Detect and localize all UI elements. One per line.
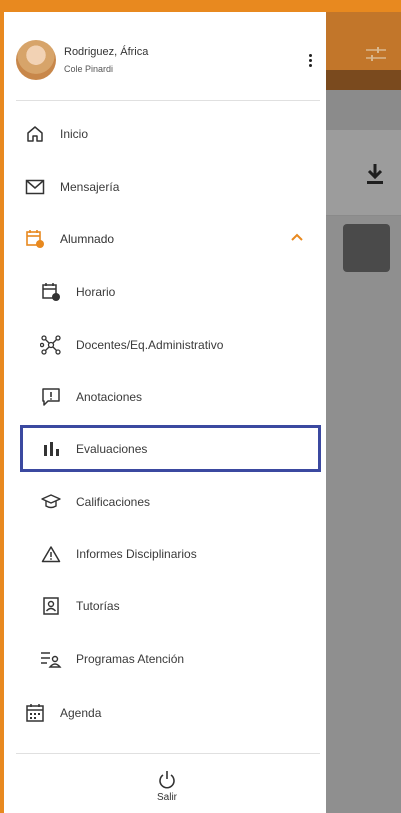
submenu-item-label: Tutorías	[76, 599, 120, 613]
chevron-up-icon[interactable]	[290, 232, 304, 242]
drawer-status-bar	[4, 0, 330, 12]
evaluaciones-highlight-box	[20, 425, 321, 472]
submenu-item-docentes[interactable]: Docentes/Eq.Administrativo	[40, 329, 320, 361]
submenu-item-anotaciones[interactable]: Anotaciones	[40, 381, 320, 413]
menu-item-mensajeria[interactable]: Mensajería	[24, 171, 324, 203]
submenu-item-calificaciones[interactable]: Calificaciones	[40, 486, 320, 518]
submenu-item-label: Programas Atención	[76, 652, 185, 666]
submenu-item-label: Anotaciones	[76, 390, 143, 404]
menu-item-label: Mensajería	[60, 180, 120, 194]
menu-item-inicio[interactable]: Inicio	[24, 118, 324, 150]
divider	[16, 753, 320, 754]
avatar[interactable]	[16, 40, 56, 80]
home-icon	[24, 123, 46, 145]
menu-item-label: Agenda	[60, 706, 102, 720]
more-options-icon[interactable]	[304, 52, 316, 72]
submenu-item-horario[interactable]: Horario	[40, 276, 320, 308]
submenu-item-programas[interactable]: Programas Atención	[40, 643, 320, 675]
profile-subtitle: Cole Pinardi	[64, 64, 114, 74]
menu-item-label: Alumnado	[60, 232, 115, 246]
logout-button[interactable]: Salir	[4, 760, 330, 810]
agenda-icon	[24, 702, 46, 724]
submenu-item-tutorias[interactable]: Tutorías	[40, 590, 320, 622]
mail-icon	[24, 176, 46, 198]
submenu-item-label: Horario	[76, 285, 116, 299]
filter-icon[interactable]	[365, 46, 387, 62]
person-list-icon	[40, 648, 62, 670]
schedule-icon	[40, 281, 62, 303]
profile-name: Rodriguez, África	[64, 46, 149, 58]
navigation-drawer: Rodriguez, África Cole Pinardi Inicio Me…	[0, 0, 330, 813]
divider	[16, 100, 320, 101]
background-square	[343, 224, 390, 272]
warning-icon	[40, 543, 62, 565]
logout-label: Salir	[156, 792, 177, 803]
menu-item-label: Inicio	[60, 127, 89, 141]
submenu-item-label: Informes Disciplinarios	[76, 547, 197, 561]
power-icon	[157, 770, 177, 790]
download-icon[interactable]	[365, 162, 385, 186]
submenu-item-label: Calificaciones	[76, 495, 151, 509]
menu-item-alumnado[interactable]: Alumnado	[24, 223, 324, 255]
submenu-item-label: Docentes/Eq.Administrativo	[76, 338, 224, 352]
profile-header[interactable]: Rodriguez, África Cole Pinardi	[16, 40, 316, 84]
graduation-cap-icon	[40, 491, 62, 513]
menu-item-agenda[interactable]: Agenda	[24, 697, 324, 729]
alert-comment-icon	[40, 386, 62, 408]
network-icon	[40, 334, 62, 356]
calendar-clock-icon	[24, 228, 46, 250]
submenu-item-informes[interactable]: Informes Disciplinarios	[40, 538, 320, 570]
badge-icon	[40, 595, 62, 617]
